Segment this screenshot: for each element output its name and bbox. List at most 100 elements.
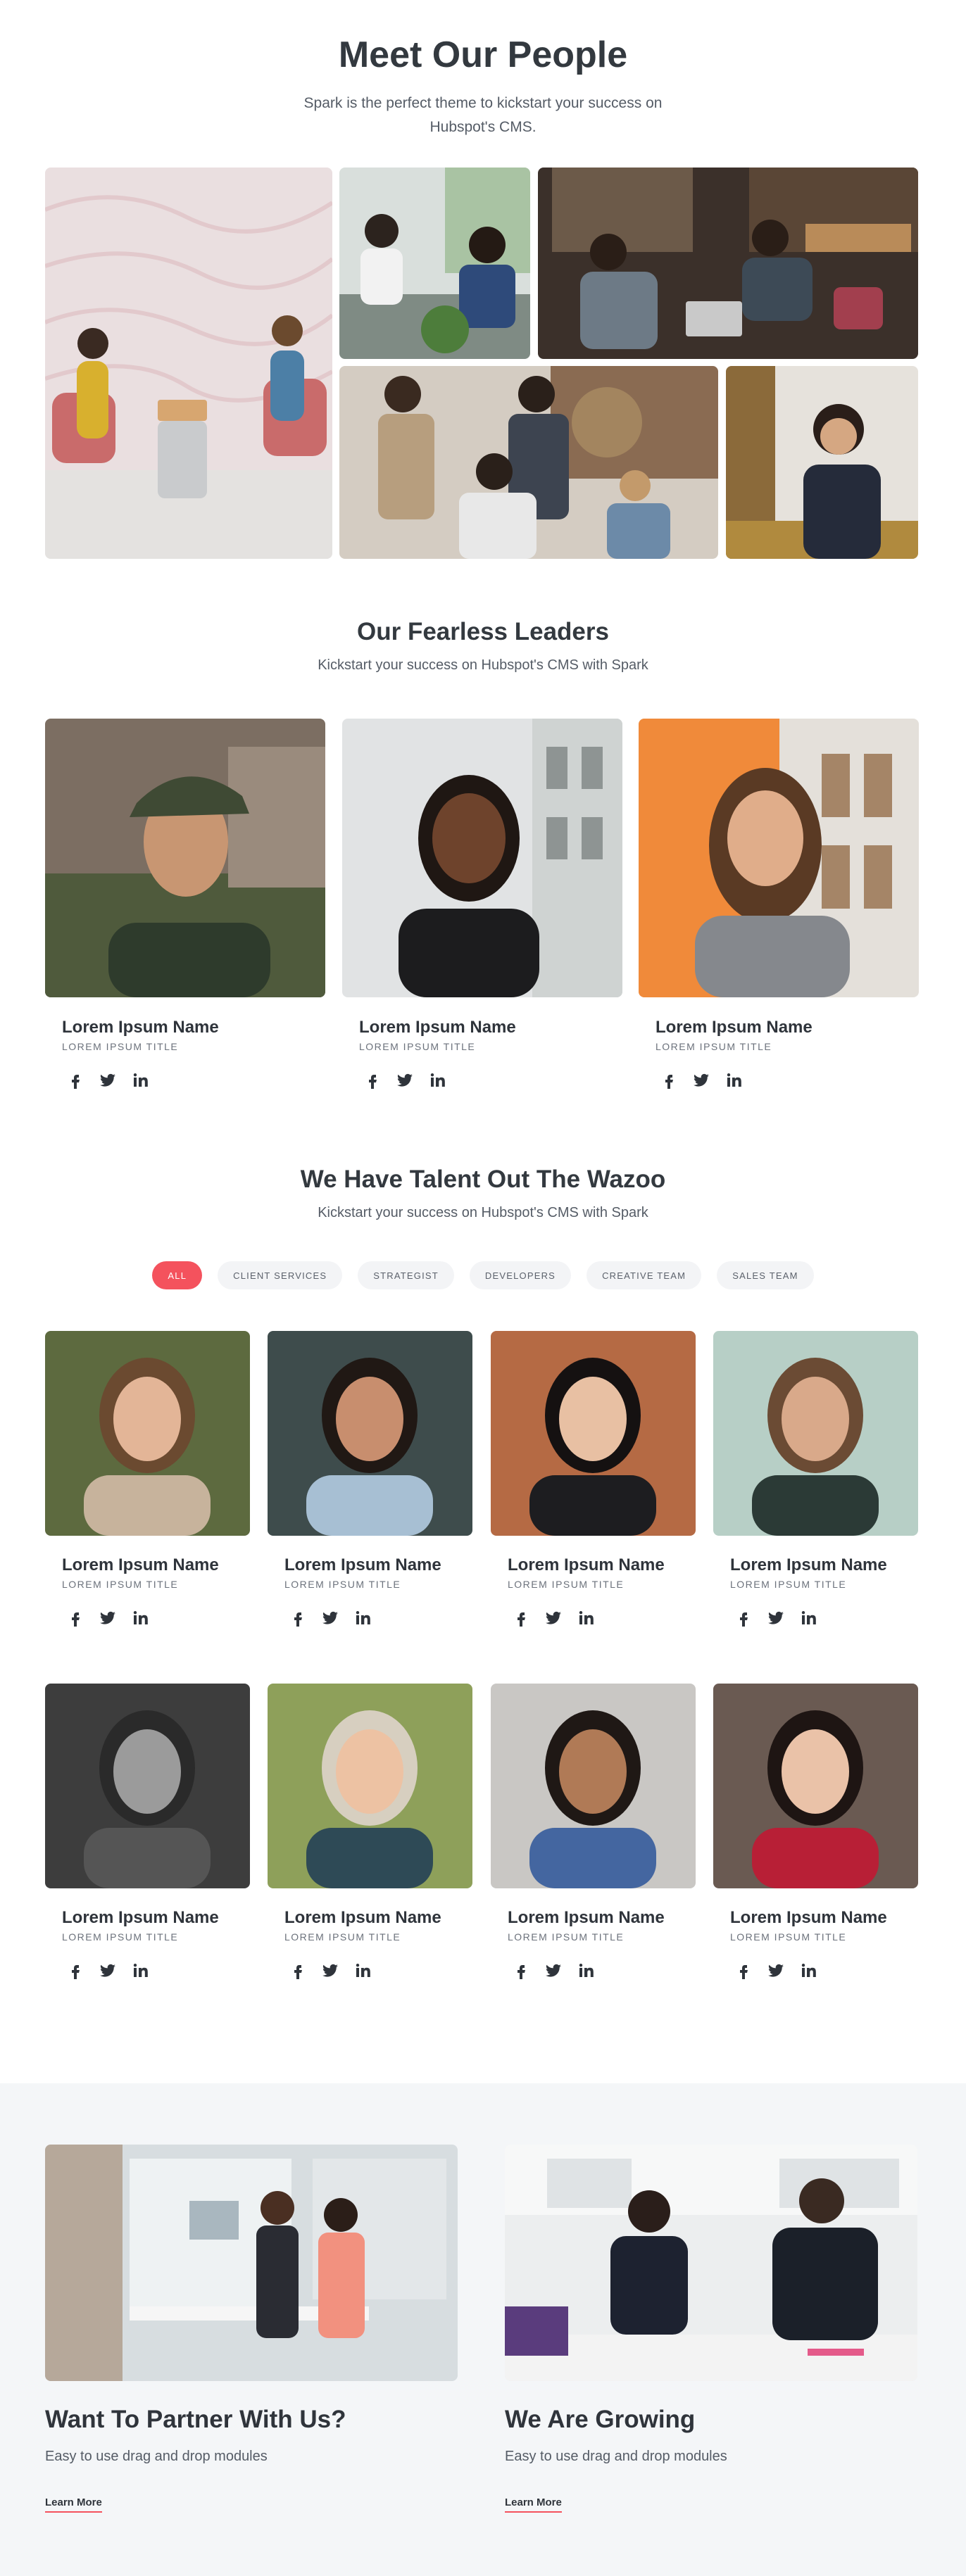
linkedin-icon[interactable] (724, 1071, 743, 1090)
talent-name-7: Lorem Ipsum Name (508, 1908, 665, 1927)
leaders-subtitle: Kickstart your success on Hubspot's CMS … (318, 657, 648, 673)
talent-name-6: Lorem Ipsum Name (284, 1908, 441, 1927)
talent-socials-6 (289, 1962, 372, 1980)
facebook-icon[interactable] (512, 1609, 530, 1627)
linkedin-icon[interactable] (799, 1609, 817, 1627)
talent-socials-1 (66, 1609, 149, 1627)
facebook-icon[interactable] (734, 1962, 753, 1980)
promo-photo-partner (45, 2145, 458, 2381)
facebook-icon[interactable] (512, 1962, 530, 1980)
promo-link-growing[interactable]: Learn More (505, 2496, 562, 2513)
promo-link-partner[interactable]: Learn More (45, 2496, 102, 2513)
filter-all[interactable]: ALL (152, 1261, 203, 1289)
talent-name-5: Lorem Ipsum Name (62, 1908, 219, 1927)
linkedin-icon[interactable] (799, 1962, 817, 1980)
facebook-icon[interactable] (734, 1609, 753, 1627)
leader-name-1: Lorem Ipsum Name (62, 1018, 219, 1037)
talent-name-2: Lorem Ipsum Name (284, 1555, 441, 1574)
twitter-icon[interactable] (99, 1609, 117, 1627)
twitter-icon[interactable] (321, 1962, 339, 1980)
promo-title-partner: Want To Partner With Us? (45, 2406, 346, 2433)
linkedin-icon[interactable] (353, 1609, 372, 1627)
talent-name-8: Lorem Ipsum Name (730, 1908, 887, 1927)
talent-name-4: Lorem Ipsum Name (730, 1555, 887, 1574)
twitter-icon[interactable] (396, 1071, 414, 1090)
talent-socials-8 (734, 1962, 817, 1980)
talent-name-3: Lorem Ipsum Name (508, 1555, 665, 1574)
promo-subtitle-growing: Easy to use drag and drop modules (505, 2449, 727, 2464)
talent-photo-8 (713, 1684, 918, 1888)
collage-photo-woman-smiling (726, 366, 918, 559)
leaders-title: Our Fearless Leaders (357, 618, 609, 645)
collage-photo-team-laptop (339, 366, 718, 559)
twitter-icon[interactable] (321, 1609, 339, 1627)
talent-photo-1 (45, 1331, 250, 1536)
talent-title: We Have Talent Out The Wazoo (300, 1166, 666, 1193)
leader-socials-3 (660, 1071, 743, 1090)
linkedin-icon[interactable] (131, 1962, 149, 1980)
talent-photo-5 (45, 1684, 250, 1888)
talent-socials-3 (512, 1609, 595, 1627)
talent-role-4: LOREM IPSUM TITLE (730, 1579, 847, 1590)
linkedin-icon[interactable] (131, 1071, 149, 1090)
twitter-icon[interactable] (544, 1962, 563, 1980)
twitter-icon[interactable] (544, 1609, 563, 1627)
talent-photo-7 (491, 1684, 696, 1888)
talent-subtitle: Kickstart your success on Hubspot's CMS … (318, 1205, 648, 1220)
talent-role-6: LOREM IPSUM TITLE (284, 1931, 401, 1943)
facebook-icon[interactable] (289, 1609, 307, 1627)
filter-sales-team[interactable]: SALES TEAM (717, 1261, 814, 1289)
hero-subtitle: Spark is the perfect theme to kickstart … (303, 95, 663, 135)
collage-photo-coworking (538, 168, 918, 359)
facebook-icon[interactable] (289, 1962, 307, 1980)
leader-name-2: Lorem Ipsum Name (359, 1018, 516, 1037)
filter-strategist[interactable]: STRATEGIST (358, 1261, 454, 1289)
talent-filter-bar: ALL CLIENT SERVICES STRATEGIST DEVELOPER… (0, 1261, 966, 1289)
leader-role-3: LOREM IPSUM TITLE (656, 1041, 772, 1052)
twitter-icon[interactable] (692, 1071, 710, 1090)
leader-photo-2 (342, 719, 622, 997)
facebook-icon[interactable] (66, 1962, 84, 1980)
linkedin-icon[interactable] (131, 1609, 149, 1627)
promo-title-growing: We Are Growing (505, 2406, 696, 2433)
talent-socials-4 (734, 1609, 817, 1627)
leader-role-2: LOREM IPSUM TITLE (359, 1041, 476, 1052)
filter-creative-team[interactable]: CREATIVE TEAM (586, 1261, 702, 1289)
twitter-icon[interactable] (99, 1071, 117, 1090)
promo-section: Want To Partner With Us? Easy to use dra… (0, 2083, 966, 2576)
talent-role-3: LOREM IPSUM TITLE (508, 1579, 625, 1590)
linkedin-icon[interactable] (577, 1609, 595, 1627)
facebook-icon[interactable] (66, 1071, 84, 1090)
linkedin-icon[interactable] (428, 1071, 446, 1090)
talent-name-1: Lorem Ipsum Name (62, 1555, 219, 1574)
leader-role-1: LOREM IPSUM TITLE (62, 1041, 179, 1052)
talent-role-7: LOREM IPSUM TITLE (508, 1931, 625, 1943)
filter-developers[interactable]: DEVELOPERS (469, 1261, 572, 1289)
talent-photo-4 (713, 1331, 918, 1536)
facebook-icon[interactable] (66, 1609, 84, 1627)
promo-photo-growing (505, 2145, 917, 2381)
linkedin-icon[interactable] (353, 1962, 372, 1980)
leader-photo-1 (45, 719, 325, 997)
talent-role-5: LOREM IPSUM TITLE (62, 1931, 179, 1943)
collage-photo-office-meeting (339, 168, 530, 359)
talent-photo-2 (268, 1331, 472, 1536)
linkedin-icon[interactable] (577, 1962, 595, 1980)
talent-role-1: LOREM IPSUM TITLE (62, 1579, 179, 1590)
leader-name-3: Lorem Ipsum Name (656, 1018, 813, 1037)
talent-photo-3 (491, 1331, 696, 1536)
leader-socials-1 (66, 1071, 149, 1090)
talent-socials-2 (289, 1609, 372, 1627)
facebook-icon[interactable] (363, 1071, 382, 1090)
facebook-icon[interactable] (660, 1071, 678, 1090)
talent-socials-5 (66, 1962, 149, 1980)
twitter-icon[interactable] (99, 1962, 117, 1980)
twitter-icon[interactable] (767, 1609, 785, 1627)
promo-subtitle-partner: Easy to use drag and drop modules (45, 2449, 268, 2464)
talent-socials-7 (512, 1962, 595, 1980)
hero-title: Meet Our People (338, 34, 628, 75)
talent-role-2: LOREM IPSUM TITLE (284, 1579, 401, 1590)
twitter-icon[interactable] (767, 1962, 785, 1980)
collage-photo-two-women (45, 168, 332, 559)
filter-client-services[interactable]: CLIENT SERVICES (218, 1261, 343, 1289)
